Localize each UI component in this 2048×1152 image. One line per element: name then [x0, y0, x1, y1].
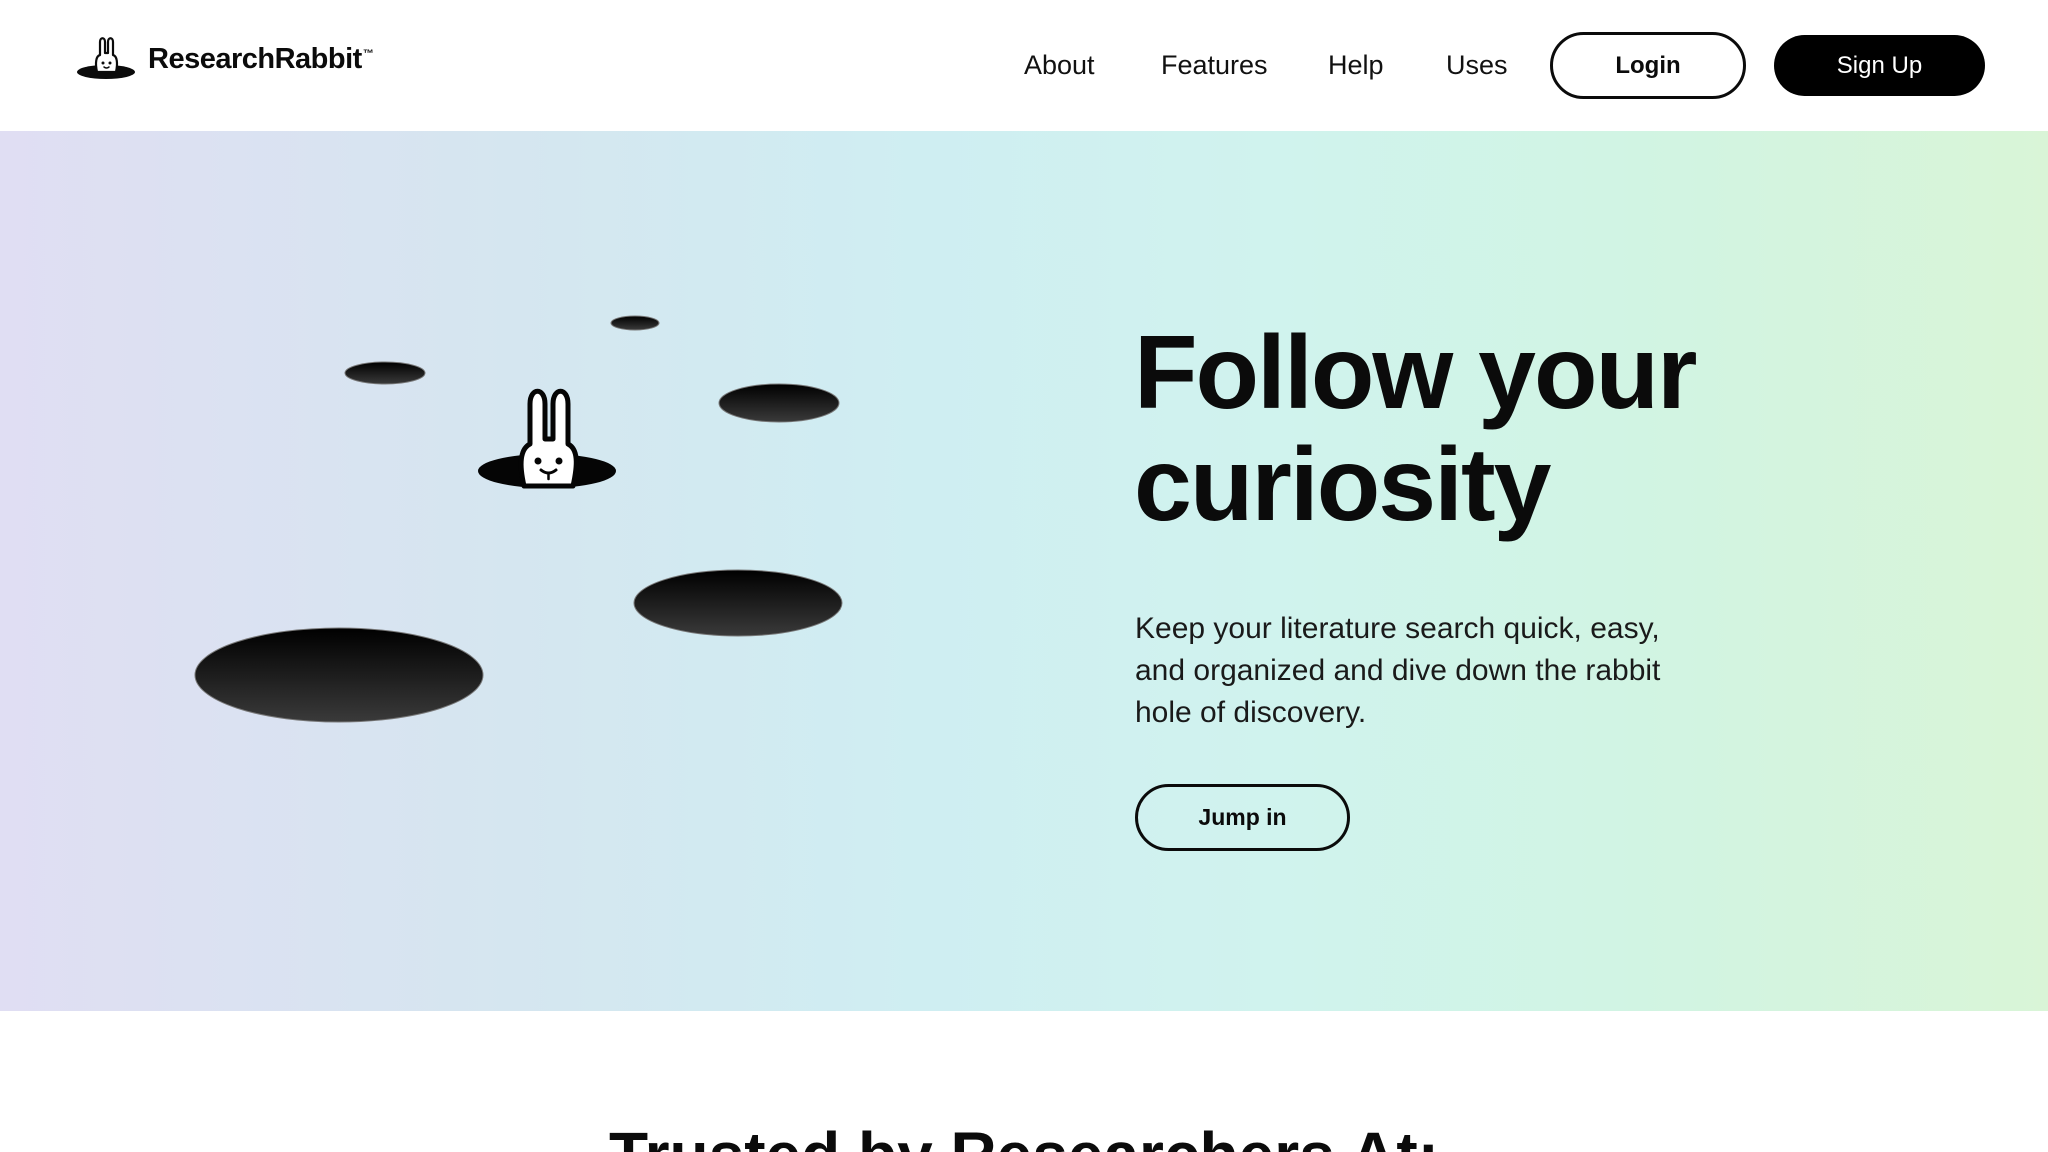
login-button[interactable]: Login [1550, 32, 1746, 99]
nav-help-link[interactable]: Help [1328, 40, 1384, 90]
nav-features-link[interactable]: Features [1161, 40, 1268, 90]
hero-section: Follow your curiosity Keep your literatu… [0, 131, 2048, 1011]
hero-title: Follow your curiosity [1134, 315, 1698, 543]
hole-medium [718, 383, 840, 423]
hole-small [344, 361, 426, 385]
hole-tiny [610, 315, 660, 331]
logo-trademark: ™ [362, 47, 374, 60]
nav-about-link[interactable]: About [1024, 40, 1095, 90]
nav-uses-link[interactable]: Uses [1446, 40, 1508, 90]
rabbit-peeking-icon [478, 388, 616, 489]
hole-large [633, 569, 843, 637]
rabbit-in-hole-icon [77, 37, 135, 79]
logo-text: ResearchRabbit™ [148, 42, 374, 75]
hero-title-line-2: curiosity [1134, 427, 1551, 543]
hero-subtitle: Keep your literature search quick, easy,… [1135, 612, 1661, 729]
site-header: ResearchRabbit™ About Features Help Uses… [0, 0, 2048, 131]
jump-in-button[interactable]: Jump in [1135, 784, 1350, 851]
trusted-section: Trusted by Researchers At: [0, 1011, 2048, 1152]
signup-button[interactable]: Sign Up [1774, 35, 1985, 96]
logo[interactable]: ResearchRabbit™ [76, 36, 374, 82]
trusted-title: Trusted by Researchers At: [0, 1119, 2048, 1152]
hole-xlarge [194, 627, 484, 723]
rabbit-holes-illustration [194, 315, 843, 723]
hero-title-line-1: Follow your [1134, 315, 1698, 431]
